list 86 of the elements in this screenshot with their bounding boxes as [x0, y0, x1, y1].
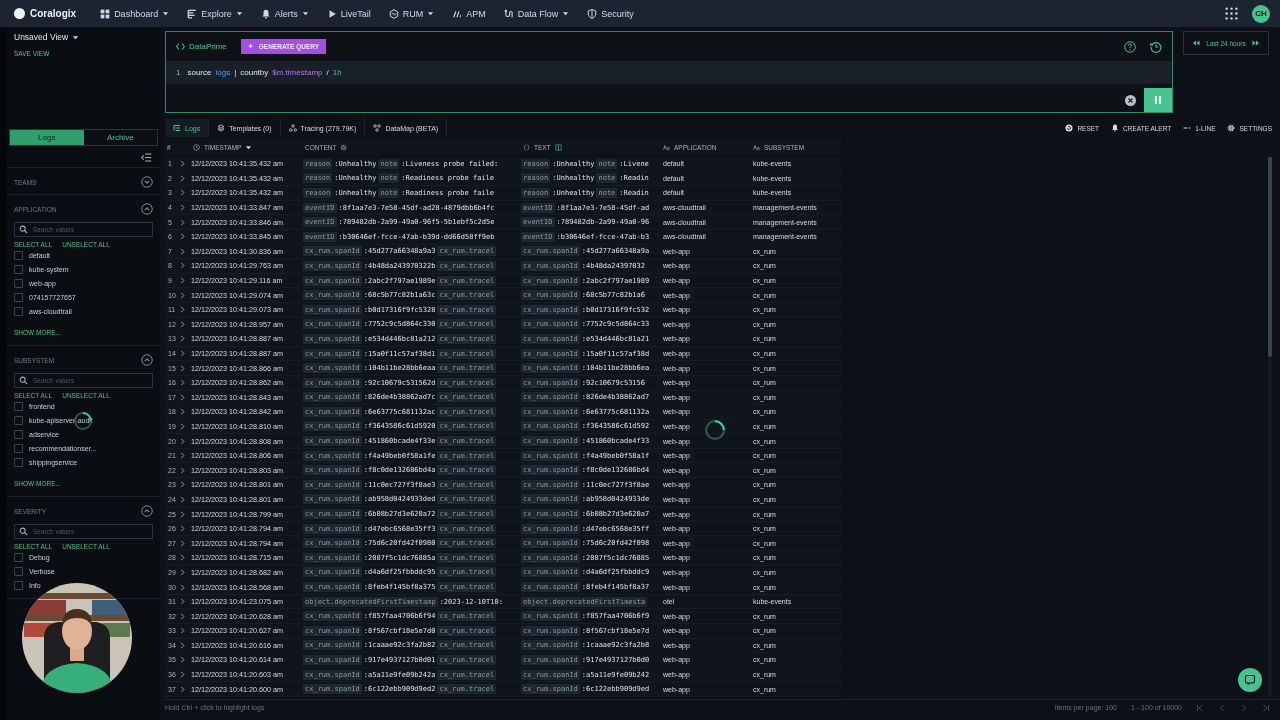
dropdown-caret-icon: [72, 33, 80, 41]
caret-icon: [301, 10, 309, 17]
apps-icon[interactable]: [1225, 7, 1238, 20]
checkbox[interactable]: [14, 443, 23, 453]
first-page-icon[interactable]: [1196, 703, 1204, 712]
grid-icon: [100, 8, 111, 19]
user-avatar[interactable]: CH: [1252, 4, 1270, 23]
nav-item[interactable]: Data Flow: [503, 8, 570, 19]
search-icon: [19, 225, 28, 234]
query-token: |: [234, 68, 237, 77]
list-icon: [173, 124, 181, 132]
query-token: countby: [240, 68, 269, 77]
help-icon[interactable]: [1124, 40, 1136, 53]
caret-icon: [235, 10, 243, 17]
scrollbar[interactable]: [1268, 157, 1272, 697]
query-token: $m.timestamp: [272, 68, 323, 77]
checkbox[interactable]: [14, 292, 23, 302]
nodes-icon: [373, 124, 382, 132]
checkbox[interactable]: [14, 580, 23, 590]
checkbox[interactable]: [14, 306, 23, 316]
checkbox[interactable]: [14, 552, 23, 562]
line-icon: [1183, 124, 1192, 132]
nav-item[interactable]: RUM: [388, 8, 435, 19]
chat-button[interactable]: [1238, 668, 1262, 692]
list-icon: [187, 8, 198, 19]
flow-icon: [503, 8, 514, 19]
view-title[interactable]: Unsaved View: [14, 32, 69, 42]
hexagon-icon: [388, 8, 399, 19]
spinner-icon: [705, 420, 725, 440]
nav-item[interactable]: Alerts: [260, 8, 309, 19]
pause-button[interactable]: [1144, 88, 1172, 112]
text-type-icon: [753, 144, 760, 151]
pause-icon: [1153, 95, 1163, 105]
nav-item[interactable]: LiveTail: [326, 8, 371, 19]
checkbox[interactable]: [14, 566, 23, 576]
checkbox[interactable]: [14, 278, 23, 288]
query-token: 1h: [332, 68, 342, 77]
gear-icon[interactable]: [340, 144, 348, 151]
code-icon: [176, 42, 185, 51]
brand-name[interactable]: Coralogix: [30, 8, 77, 19]
shield-icon: [587, 8, 598, 19]
nodes-icon: [288, 124, 297, 132]
sparkle-icon: [247, 43, 255, 50]
checkbox[interactable]: [14, 250, 23, 260]
bell-icon: [1111, 124, 1120, 132]
caret-icon: [162, 10, 170, 17]
clear-icon[interactable]: [1125, 95, 1136, 106]
sort-icon: [245, 144, 253, 151]
search-icon: [19, 376, 28, 385]
clock-icon: [193, 144, 200, 151]
query-token: /: [326, 68, 329, 77]
checkbox[interactable]: [14, 457, 23, 467]
query-language[interactable]: DataPrime: [189, 42, 227, 51]
collapse-icon[interactable]: [141, 505, 153, 517]
checkbox[interactable]: [14, 264, 23, 274]
collapse-icon[interactable]: [141, 203, 153, 215]
nav-item[interactable]: Dashboard: [100, 8, 170, 19]
expand-icon[interactable]: [141, 176, 153, 188]
rewind-icon: [1192, 39, 1201, 47]
reset-icon: [1065, 124, 1074, 132]
nav-item[interactable]: APM: [452, 8, 486, 19]
checkbox[interactable]: [14, 429, 23, 439]
bell-icon: [260, 8, 271, 19]
caret-icon: [562, 10, 570, 17]
search-icon: [19, 527, 28, 536]
text-type-icon: [663, 144, 670, 151]
query-token: logs: [215, 68, 231, 77]
history-icon[interactable]: [1150, 40, 1162, 53]
logo-icon[interactable]: [14, 8, 25, 19]
source-toggle-tab[interactable]: Logs: [10, 130, 84, 145]
layers-icon: [217, 124, 226, 132]
nav-item[interactable]: Explore: [187, 8, 243, 19]
chat-icon: [1244, 674, 1256, 686]
caret-icon: [427, 10, 435, 17]
forward-icon: [1251, 39, 1260, 47]
checkbox[interactable]: [14, 401, 23, 411]
collapse-sidebar-icon[interactable]: [141, 152, 152, 163]
braces-icon: [523, 144, 530, 151]
columns-icon[interactable]: [554, 144, 562, 151]
line-number: 1: [176, 68, 181, 77]
last-page-icon[interactable]: [1262, 703, 1270, 712]
nav-item[interactable]: Security: [587, 8, 634, 19]
settings-icon: [1227, 124, 1236, 132]
collapse-icon[interactable]: [141, 354, 153, 366]
checkbox[interactable]: [14, 415, 23, 425]
query-token: source: [187, 68, 212, 77]
